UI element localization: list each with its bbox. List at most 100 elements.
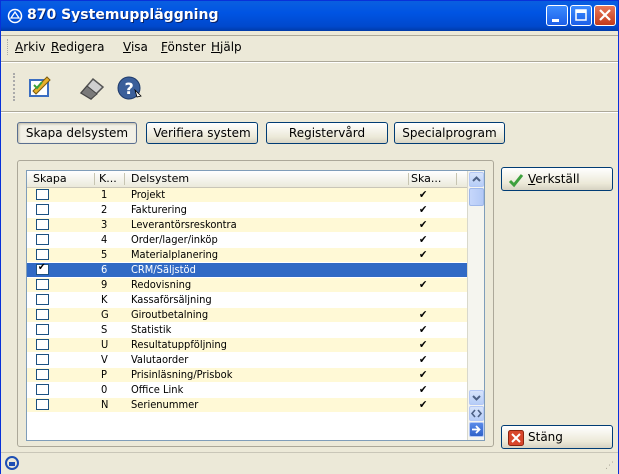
col-divider[interactable] (408, 173, 409, 185)
svg-text:?: ? (125, 79, 134, 98)
table-row[interactable]: N Serienummer ✔ (27, 398, 467, 412)
skapa-checkbox[interactable] (36, 339, 49, 350)
menu-fonster[interactable]: Fönster (161, 40, 206, 54)
row-code: G (101, 308, 109, 321)
table-row[interactable]: 9 Redovisning ✔ (27, 278, 467, 292)
skapa-checkbox[interactable] (36, 309, 49, 320)
menu-hjalp[interactable]: Hjälp (211, 40, 242, 54)
ska-check-icon: ✔ (419, 188, 428, 201)
ska-check-icon: ✔ (419, 203, 428, 216)
table-row[interactable]: V Valutaorder ✔ (27, 353, 467, 367)
status-bar: ⋰ (1, 452, 618, 474)
table-row[interactable]: 2 Fakturering ✔ (27, 203, 467, 217)
table-row[interactable]: G Giroutbetalning ✔ (27, 308, 467, 322)
menu-redigera[interactable]: Redigera (51, 40, 104, 54)
row-code: P (101, 368, 107, 381)
window-title: 870 Systemuppläggning (27, 7, 219, 23)
help-button[interactable]: ? (115, 73, 145, 103)
divider (1, 112, 618, 113)
info-icon (5, 456, 19, 470)
row-code: 5 (101, 248, 108, 261)
skapa-checkbox[interactable] (36, 384, 49, 395)
row-delsystem: Redovisning (131, 278, 192, 291)
table-row[interactable]: 5 Materialplanering ✔ (27, 248, 467, 262)
col-divider[interactable] (124, 173, 125, 185)
close-window-button[interactable] (594, 5, 616, 26)
verkstall-label: Verkställ (528, 172, 580, 186)
table-row[interactable]: K Kassaförsäljning (27, 293, 467, 307)
row-code: 6 (101, 263, 108, 276)
table-row[interactable]: 4 Order/lager/inköp ✔ (27, 233, 467, 247)
row-code: 3 (101, 218, 108, 231)
maximize-button[interactable] (570, 5, 592, 26)
verkstall-button[interactable]: Verkställ (501, 167, 613, 191)
row-code: V (101, 353, 108, 366)
table-row[interactable]: 3 Leverantörsreskontra ✔ (27, 218, 467, 232)
scroll-up-button[interactable] (469, 172, 484, 187)
registervard-button[interactable]: Registervård (266, 122, 388, 144)
title-bar[interactable]: 870 Systemuppläggning (1, 1, 618, 31)
toolbar-grip (13, 73, 18, 101)
table-row[interactable]: S Statistik ✔ (27, 323, 467, 337)
col-divider[interactable] (94, 173, 95, 185)
skapa-checkbox[interactable] (36, 234, 49, 245)
table-row[interactable]: 0 Office Link ✔ (27, 383, 467, 397)
minimize-icon (552, 19, 559, 22)
col-delsystem[interactable]: Delsystem (131, 172, 189, 185)
chevron-down-icon (472, 395, 481, 401)
left-right-arrows-icon (470, 409, 483, 418)
skapa-checkbox[interactable] (36, 399, 49, 410)
skapa-checkbox[interactable] (36, 369, 49, 380)
table-row[interactable]: 6 CRM/Säljstöd (27, 262, 467, 277)
verifiera-system-label: Verifiera system (153, 126, 251, 140)
skapa-delsystem-button[interactable]: Skapa delsystem (17, 122, 137, 144)
row-delsystem: CRM/Säljstöd (131, 263, 196, 276)
menu-visa[interactable]: Visa (123, 40, 148, 54)
verifiera-system-button[interactable]: Verifiera system (146, 122, 258, 144)
skapa-checkbox[interactable] (36, 262, 49, 275)
registervard-label: Registervård (288, 126, 366, 140)
stang-label: Stäng (528, 430, 563, 444)
skapa-checkbox[interactable] (36, 204, 49, 215)
maximize-icon (575, 9, 587, 21)
table-row[interactable]: U Resultatuppföljning ✔ (27, 338, 467, 352)
skapa-checkbox[interactable] (36, 294, 49, 305)
eraser-button[interactable] (77, 73, 107, 103)
table-row[interactable]: P Prisinläsning/Prisbok ✔ (27, 368, 467, 382)
resize-grip[interactable]: ⋰ (605, 461, 614, 471)
scroll-thumb[interactable] (469, 188, 484, 206)
specialprogram-label: Specialprogram (402, 126, 497, 140)
scroll-horizontal-button[interactable] (469, 406, 484, 421)
row-delsystem: Leverantörsreskontra (131, 218, 237, 231)
skapa-delsystem-label: Skapa delsystem (25, 126, 129, 140)
menu-arkiv[interactable]: Arkiv (15, 40, 46, 54)
col-k[interactable]: K... (99, 172, 117, 185)
table-row[interactable]: 1 Projekt ✔ (27, 188, 467, 202)
minimize-button[interactable] (546, 5, 568, 26)
scroll-down-button[interactable] (469, 390, 484, 405)
chevron-up-icon (472, 176, 481, 182)
col-ska[interactable]: Ska... (411, 172, 441, 185)
toolbar: ? (5, 67, 605, 107)
specialprogram-button[interactable]: Specialprogram (394, 122, 505, 144)
row-delsystem: Materialplanering (131, 248, 219, 261)
skapa-checkbox[interactable] (36, 324, 49, 335)
stang-button[interactable]: Stäng (501, 425, 613, 449)
col-skapa[interactable]: Skapa (33, 172, 67, 185)
checkmark-icon (508, 174, 524, 188)
col-divider[interactable] (456, 173, 457, 185)
skapa-checkbox[interactable] (36, 189, 49, 200)
app-window: 870 Systemuppläggning Arkiv Redigera Vis… (0, 0, 619, 474)
skapa-checkbox[interactable] (36, 249, 49, 260)
row-delsystem: Valutaorder (131, 353, 189, 366)
skapa-checkbox[interactable] (36, 279, 49, 290)
edit-document-button[interactable] (25, 73, 55, 103)
app-icon (7, 8, 23, 24)
ska-check-icon: ✔ (419, 248, 428, 261)
row-delsystem: Serienummer (131, 398, 199, 411)
skapa-checkbox[interactable] (36, 354, 49, 365)
vertical-scrollbar[interactable] (467, 171, 484, 440)
scroll-to-end-button[interactable] (469, 422, 484, 437)
skapa-checkbox[interactable] (36, 219, 49, 230)
arrow-right-icon (472, 425, 481, 434)
